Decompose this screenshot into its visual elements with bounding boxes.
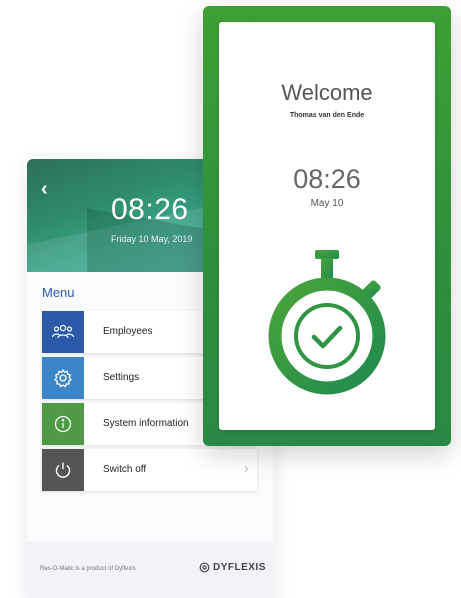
welcome-screen: Welcome Thomas van den Ende 08:26 May 10 bbox=[203, 6, 451, 446]
brand-logo: DYFLEXIS bbox=[199, 562, 266, 573]
menu-title: Menu bbox=[42, 285, 75, 300]
header-date: Friday 10 May, 2019 bbox=[111, 234, 193, 244]
user-name: Thomas van den Ende bbox=[289, 112, 365, 119]
menu-item-label: Switch off bbox=[103, 464, 147, 475]
stopwatch-check-icon bbox=[268, 250, 386, 395]
brand-name: DYFLEXIS bbox=[213, 562, 266, 573]
menu-item-label: Settings bbox=[103, 372, 140, 383]
clock-date: May 10 bbox=[310, 198, 344, 209]
info-icon bbox=[42, 403, 84, 445]
chevron-left-icon[interactable]: ‹ bbox=[41, 179, 48, 199]
clock-time: 08:26 bbox=[293, 164, 361, 194]
welcome-title: Welcome bbox=[281, 80, 373, 105]
footer-credit: Res-O-Matic is a product of Dyflexis bbox=[40, 566, 136, 572]
chevron-right-icon: › bbox=[243, 460, 249, 477]
menu-item-label: Employees bbox=[103, 326, 153, 337]
dyflexis-logo-icon bbox=[199, 562, 210, 573]
welcome-card: Welcome Thomas van den Ende 08:26 May 10 bbox=[219, 22, 435, 430]
gear-icon bbox=[42, 357, 84, 399]
people-icon bbox=[42, 311, 84, 353]
menu-item-label: System information bbox=[103, 418, 189, 429]
power-icon bbox=[42, 449, 84, 491]
header-time: 08:26 bbox=[111, 193, 189, 226]
footer: Res-O-Matic is a product of Dyflexis DYF… bbox=[27, 542, 273, 598]
menu-item-switch-off[interactable]: Switch off › bbox=[42, 449, 257, 491]
